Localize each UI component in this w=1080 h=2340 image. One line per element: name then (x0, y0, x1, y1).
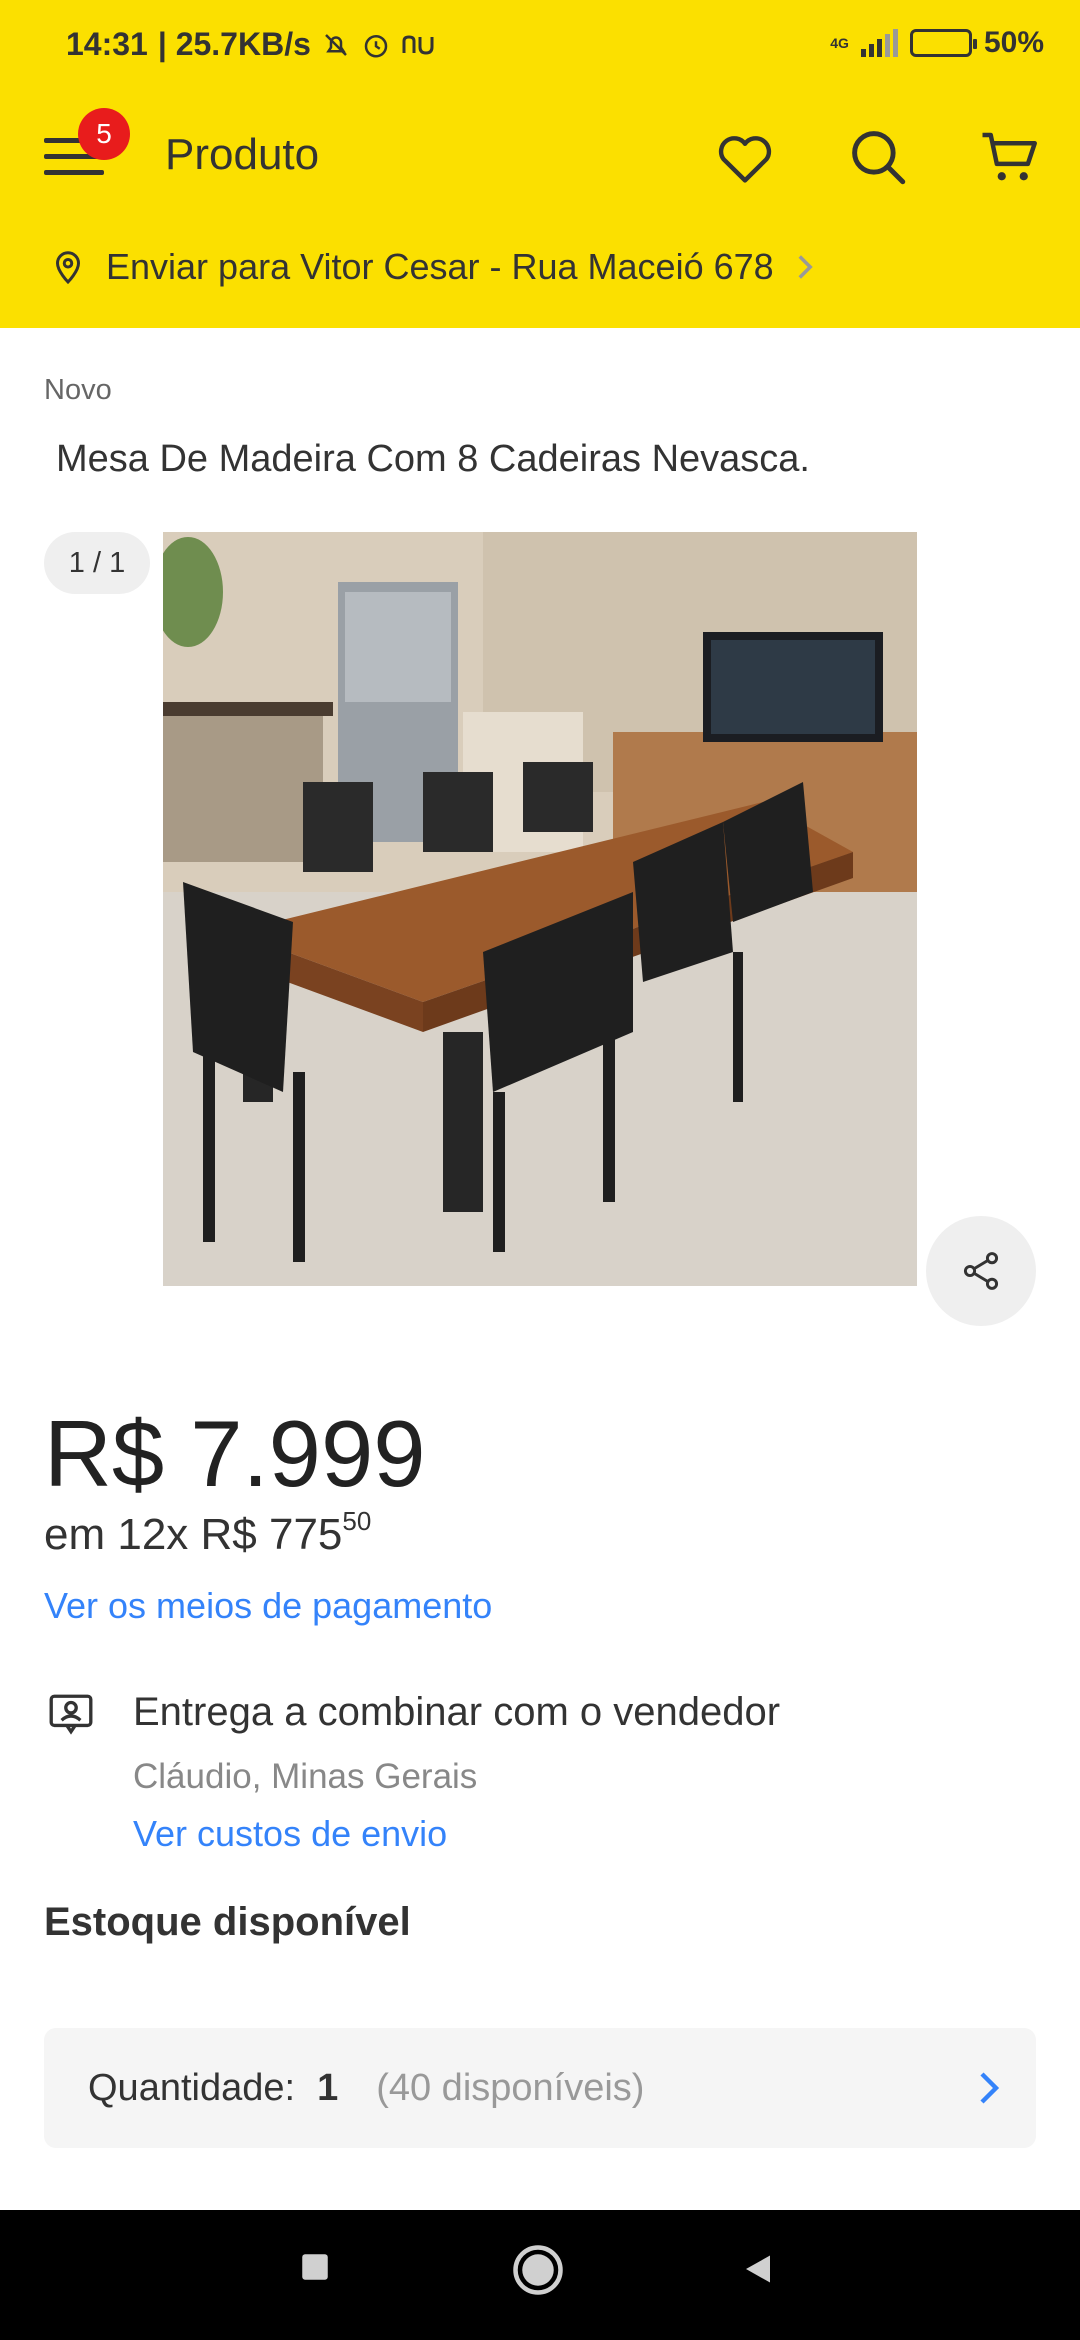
image-counter: 1 / 1 (44, 532, 150, 594)
seller-contact-icon (49, 1694, 93, 1735)
nu-app-icon (402, 34, 434, 55)
heart-icon[interactable] (712, 124, 778, 190)
recents-button[interactable] (298, 2250, 332, 2284)
battery-percent: 50% (983, 26, 1044, 59)
app-header: 5 Produto Enviar para Vitor Cesar - Rua … (0, 78, 1080, 328)
battery-icon (909, 29, 977, 57)
back-button[interactable] (740, 2250, 776, 2288)
shipping-costs-link[interactable]: Ver custos de envio (133, 1813, 447, 1855)
alarm-icon (364, 34, 388, 57)
search-icon[interactable] (845, 124, 911, 190)
product-condition: Novo (44, 374, 112, 406)
chevron-right-icon (980, 2072, 1000, 2104)
notification-badge: 5 (78, 108, 130, 160)
system-nav-bar (0, 2210, 1080, 2340)
quantity-available: (40 disponíveis) (376, 2066, 645, 2109)
installments-amount: em 12x R$ 775 (44, 1510, 343, 1559)
product-image[interactable] (163, 532, 917, 1286)
location-pin-icon (55, 251, 81, 285)
quantity-value: 1 (317, 2066, 339, 2109)
network-type: 4G (830, 35, 849, 51)
signal-icon (860, 29, 898, 57)
product-price: R$ 7.999 (44, 1401, 426, 1506)
quantity-selector[interactable]: Quantidade: 1 (40 disponíveis) (44, 2028, 1036, 2148)
shipping-address-bar[interactable]: Enviar para Vitor Cesar - Rua Maceió 678 (50, 246, 816, 288)
home-button[interactable] (511, 2243, 565, 2297)
seller-location: Cláudio, Minas Gerais (133, 1757, 478, 1796)
page-title: Produto (165, 130, 320, 179)
share-button[interactable] (926, 1216, 1036, 1326)
status-time: 14:31 (66, 26, 148, 62)
stock-heading: Estoque disponível (44, 1900, 411, 1944)
shipping-address-text: Enviar para Vitor Cesar - Rua Maceió 678 (106, 246, 774, 287)
payment-methods-link[interactable]: Ver os meios de pagamento (44, 1585, 492, 1627)
installments-text: em 12x R$ 77550 (44, 1506, 371, 1560)
quantity-label: Quantidade: (88, 2066, 296, 2109)
installments-cents: 50 (342, 1506, 372, 1536)
delivery-title: Entrega a combinar com o vendedor (133, 1690, 781, 1734)
status-speed: | 25.7KB/s (157, 26, 311, 62)
share-icon (963, 1252, 999, 1290)
chevron-right-icon (798, 255, 813, 279)
mute-bell-icon (324, 33, 347, 56)
cart-icon[interactable] (977, 124, 1043, 190)
status-bar: 14:31 | 25.7KB/s 4G 50% (0, 0, 1080, 78)
product-title: Mesa De Madeira Com 8 Cadeiras Nevasca. (56, 438, 810, 480)
